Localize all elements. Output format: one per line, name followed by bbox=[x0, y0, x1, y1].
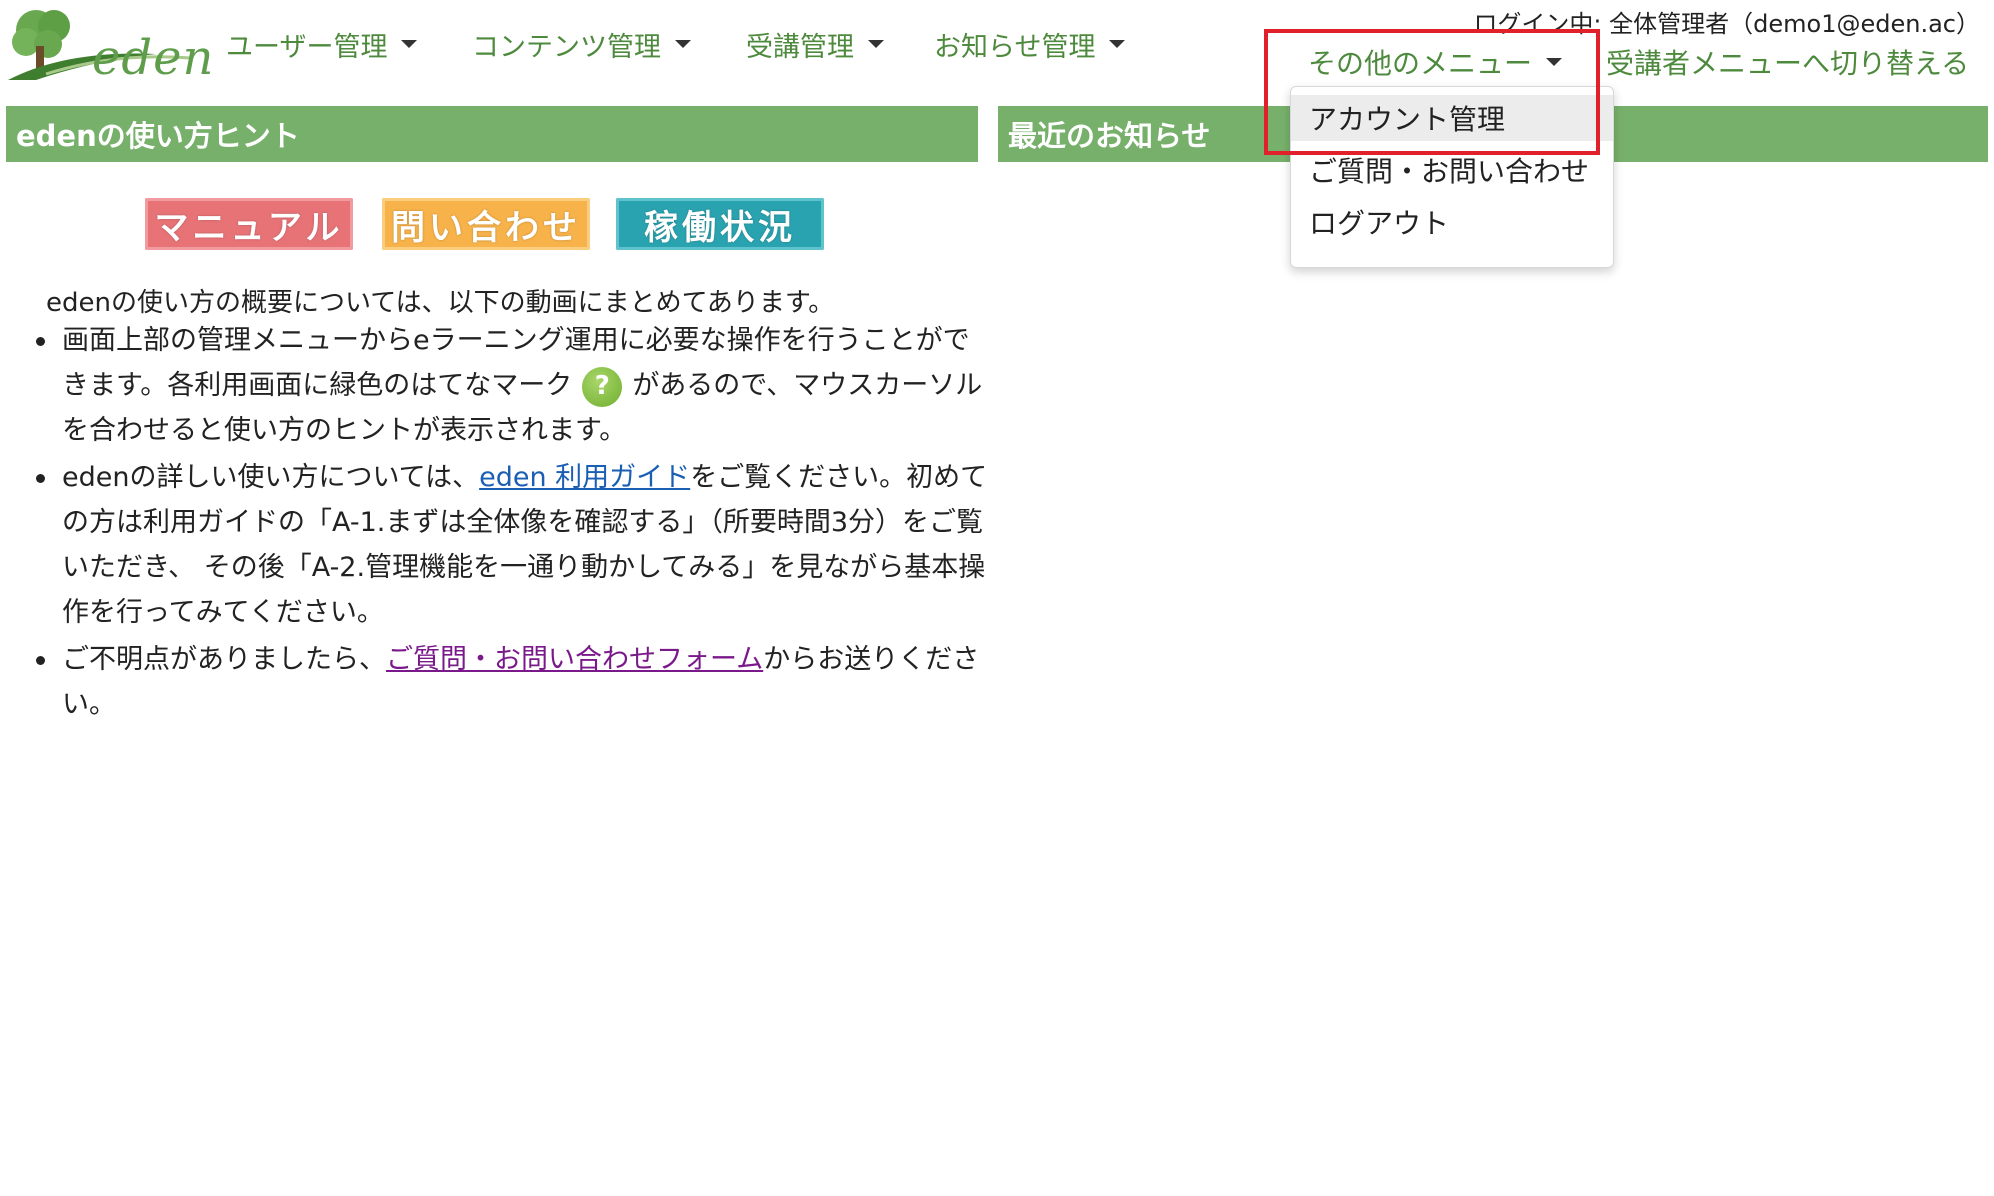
list-item: ご不明点がありましたら、ご質問・お問い合わせフォームからお送りください。 bbox=[36, 637, 990, 727]
nav-label: お知らせ管理 bbox=[934, 31, 1096, 63]
menu-item-logout[interactable]: ログアウト bbox=[1291, 199, 1613, 245]
list-item: edenの詳しい使い方については、eden 利用ガイドをご覧ください。初めての方… bbox=[36, 455, 990, 635]
other-menu-label: その他のメニュー bbox=[1308, 47, 1533, 80]
caret-down-icon bbox=[675, 40, 691, 48]
hints-intro: edenの使い方の概要については、以下の動画にまとめてあります。 bbox=[46, 288, 835, 318]
nav-label: ユーザー管理 bbox=[226, 31, 388, 63]
caret-down-icon bbox=[401, 40, 418, 48]
question-mark-icon: ? bbox=[582, 366, 623, 407]
caret-down-icon bbox=[868, 40, 884, 48]
hint-text: ご不明点がありましたら、 bbox=[62, 644, 386, 675]
other-menu-toggle[interactable]: その他のメニュー bbox=[1308, 42, 1563, 82]
nav-user-management[interactable]: ユーザー管理 bbox=[226, 22, 418, 66]
manual-button[interactable]: マニュアル bbox=[145, 198, 353, 250]
inquiry-form-link[interactable]: ご質問・お問い合わせフォーム bbox=[386, 644, 763, 675]
contact-button[interactable]: 問い合わせ bbox=[382, 198, 590, 250]
nav-content-management[interactable]: コンテンツ管理 bbox=[472, 22, 691, 66]
switch-to-learner-link[interactable]: 受講者メニューへ切り替える bbox=[1606, 42, 1969, 82]
nav-label: 受講管理 bbox=[746, 31, 854, 63]
caret-down-icon bbox=[1546, 58, 1563, 66]
nav-label: コンテンツ管理 bbox=[472, 31, 661, 63]
status-button[interactable]: 稼働状況 bbox=[616, 198, 824, 250]
nav-notice-management[interactable]: お知らせ管理 bbox=[934, 22, 1126, 66]
other-menu-dropdown: アカウント管理 ご質問・お問い合わせ ログアウト bbox=[1290, 86, 1614, 268]
eden-logo[interactable]: eden bbox=[6, 2, 213, 86]
caret-down-icon bbox=[1109, 40, 1126, 48]
hint-text: edenの詳しい使い方については、 bbox=[62, 462, 480, 493]
menu-item-inquiry[interactable]: ご質問・お問い合わせ bbox=[1291, 147, 1613, 193]
logo-text: eden bbox=[92, 30, 215, 86]
list-item: 画面上部の管理メニューからeラーニング運用に必要な操作を行うことができます。各利… bbox=[36, 318, 990, 453]
menu-item-account-management[interactable]: アカウント管理 bbox=[1291, 95, 1613, 141]
hints-section-title: edenの使い方ヒント bbox=[6, 106, 978, 162]
user-guide-link[interactable]: eden 利用ガイド bbox=[479, 462, 690, 493]
login-info: ログイン中: 全体管理者（demo1@eden.ac） bbox=[1473, 10, 1980, 38]
nav-course-management[interactable]: 受講管理 bbox=[746, 22, 884, 66]
hint-list: 画面上部の管理メニューからeラーニング運用に必要な操作を行うことができます。各利… bbox=[36, 318, 990, 729]
